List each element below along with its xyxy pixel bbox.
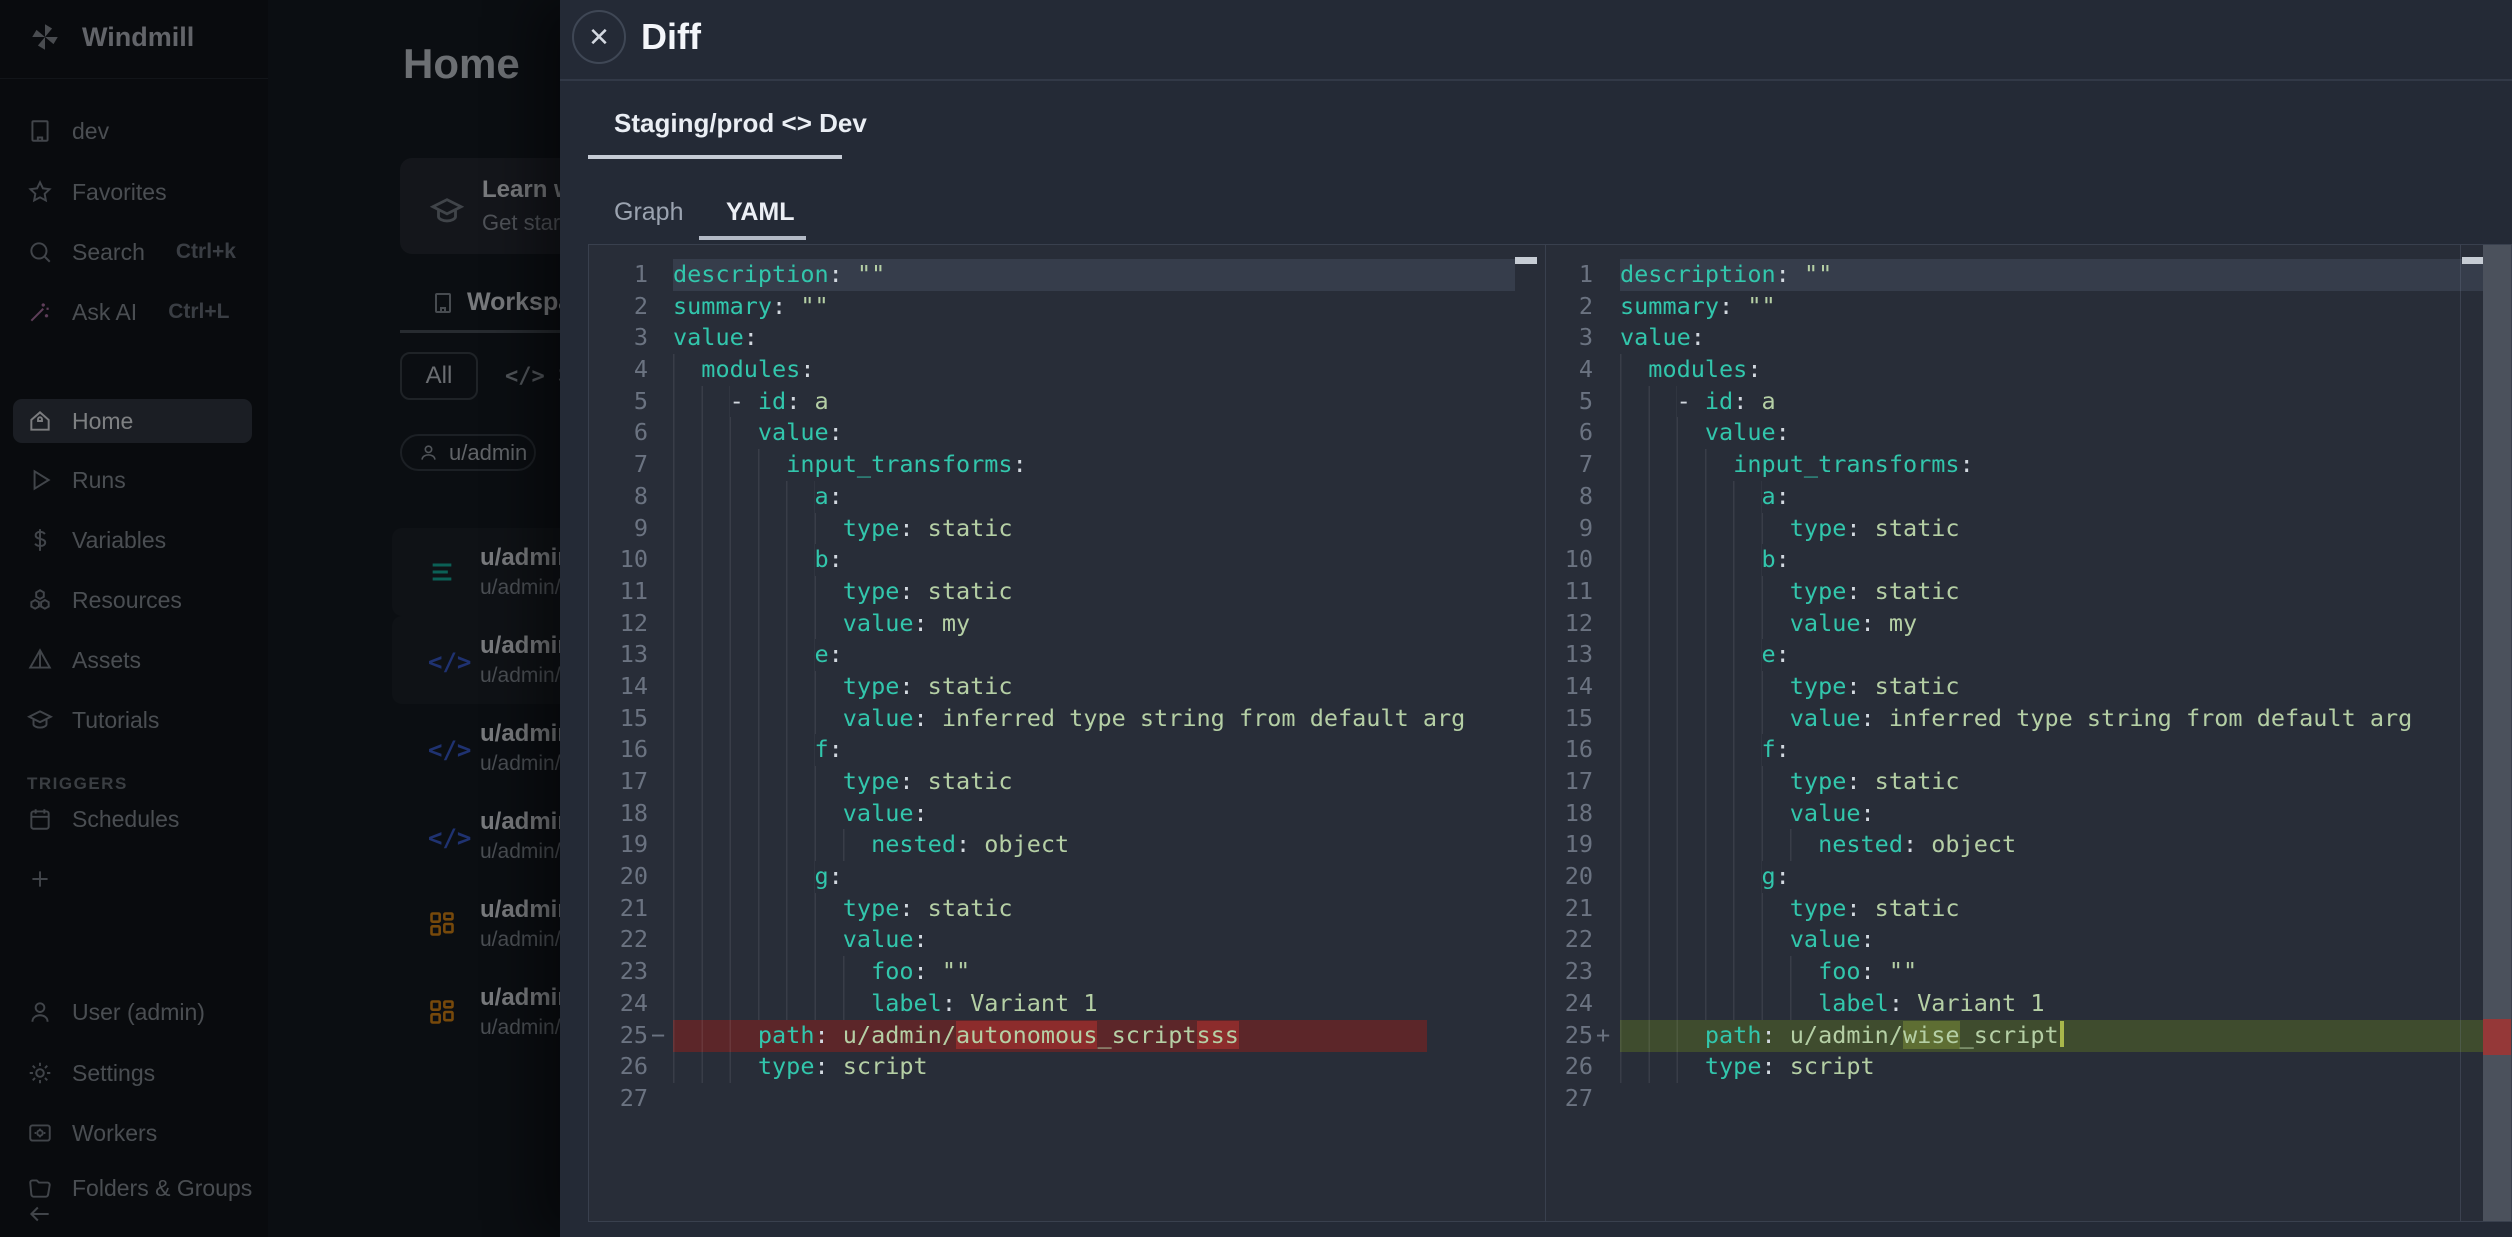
code-line: 7 input_transforms:	[1546, 449, 2511, 481]
code-line: 27	[1546, 1083, 2511, 1115]
code-line: 15 value: inferred type string from defa…	[1546, 703, 2511, 735]
code-line: 24 label: Variant 1	[589, 988, 1545, 1020]
code-lines: 1description: ""2summary: ""3value:4 mod…	[1546, 259, 2511, 1115]
text-cursor	[2060, 1021, 2064, 1047]
code-line: 4 modules:	[1546, 354, 2511, 386]
code-lines: 1description: ""2summary: ""3value:4 mod…	[589, 259, 1545, 1115]
code-line: 2summary: ""	[589, 291, 1545, 323]
code-line: 6 value:	[589, 417, 1545, 449]
code-line: 21 type: static	[1546, 893, 2511, 925]
close-icon: ✕	[588, 22, 610, 53]
overview-cursor-marker	[2462, 257, 2484, 264]
header-divider	[560, 79, 2512, 81]
code-line: 24 label: Variant 1	[1546, 988, 2511, 1020]
code-line: 27	[589, 1083, 1545, 1115]
diff-editor-original[interactable]: 1description: ""2summary: ""3value:4 mod…	[589, 245, 1545, 1221]
code-line: 20 g:	[589, 861, 1545, 893]
diff-editor-modified[interactable]: 1description: ""2summary: ""3value:4 mod…	[1545, 245, 2511, 1221]
code-line: 14 type: static	[1546, 671, 2511, 703]
code-line: 11 type: static	[589, 576, 1545, 608]
diff-code-line: 25− path: u/admin/autonomous_scriptsss	[589, 1020, 1545, 1052]
code-line: 15 value: inferred type string from defa…	[589, 703, 1545, 735]
code-line: 23 foo: ""	[589, 956, 1545, 988]
code-line: 4 modules:	[589, 354, 1545, 386]
code-line: 26 type: script	[1546, 1051, 2511, 1083]
code-line: 13 e:	[589, 639, 1545, 671]
code-line: 8 a:	[589, 481, 1545, 513]
code-line: 12 value: my	[1546, 608, 2511, 640]
overview-ruler-boundary	[2460, 245, 2461, 1221]
scrollbar[interactable]	[2483, 245, 2511, 1221]
code-line: 9 type: static	[1546, 513, 2511, 545]
code-line: 3value:	[589, 322, 1545, 354]
code-line: 16 f:	[1546, 734, 2511, 766]
overview-cursor-marker	[1515, 257, 1537, 264]
code-line: 1description: ""	[1546, 259, 2511, 291]
code-line: 2summary: ""	[1546, 291, 2511, 323]
code-line: 17 type: static	[589, 766, 1545, 798]
code-line: 9 type: static	[589, 513, 1545, 545]
tab-graph[interactable]: Graph	[614, 198, 683, 227]
code-line: 22 value:	[589, 924, 1545, 956]
code-line: 17 type: static	[1546, 766, 2511, 798]
code-line: 13 e:	[1546, 639, 2511, 671]
code-line: 7 input_transforms:	[589, 449, 1545, 481]
code-line: 18 value:	[589, 798, 1545, 830]
code-line: 1description: ""	[589, 259, 1545, 291]
code-line: 14 type: static	[589, 671, 1545, 703]
code-line: 10 b:	[1546, 544, 2511, 576]
diff-modal: ✕ Diff Staging/prod <> Dev Graph YAML 1d…	[560, 0, 2512, 1237]
code-line: 11 type: static	[1546, 576, 2511, 608]
main-tab-underline	[588, 155, 842, 159]
diff-editor: 1description: ""2summary: ""3value:4 mod…	[588, 244, 2512, 1222]
code-line: 5 - id: a	[589, 386, 1545, 418]
yaml-tab-underline	[699, 236, 806, 240]
code-line: 8 a:	[1546, 481, 2511, 513]
code-line: 10 b:	[589, 544, 1545, 576]
code-line: 21 type: static	[589, 893, 1545, 925]
tab-staging-prod-dev[interactable]: Staging/prod <> Dev	[614, 108, 867, 139]
modal-title: Diff	[641, 16, 701, 58]
code-line: 3value:	[1546, 322, 2511, 354]
code-line: 26 type: script	[589, 1051, 1545, 1083]
close-button[interactable]: ✕	[572, 10, 626, 64]
code-line: 22 value:	[1546, 924, 2511, 956]
code-line: 20 g:	[1546, 861, 2511, 893]
code-line: 19 nested: object	[1546, 829, 2511, 861]
code-line: 16 f:	[589, 734, 1545, 766]
overview-removed-marker	[2483, 1019, 2511, 1055]
tab-yaml[interactable]: YAML	[726, 198, 795, 227]
code-line: 12 value: my	[589, 608, 1545, 640]
code-line: 6 value:	[1546, 417, 2511, 449]
diff-code-line: 25+ path: u/admin/wise_script	[1546, 1020, 2511, 1052]
code-line: 5 - id: a	[1546, 386, 2511, 418]
code-line: 23 foo: ""	[1546, 956, 2511, 988]
code-line: 19 nested: object	[589, 829, 1545, 861]
code-line: 18 value:	[1546, 798, 2511, 830]
